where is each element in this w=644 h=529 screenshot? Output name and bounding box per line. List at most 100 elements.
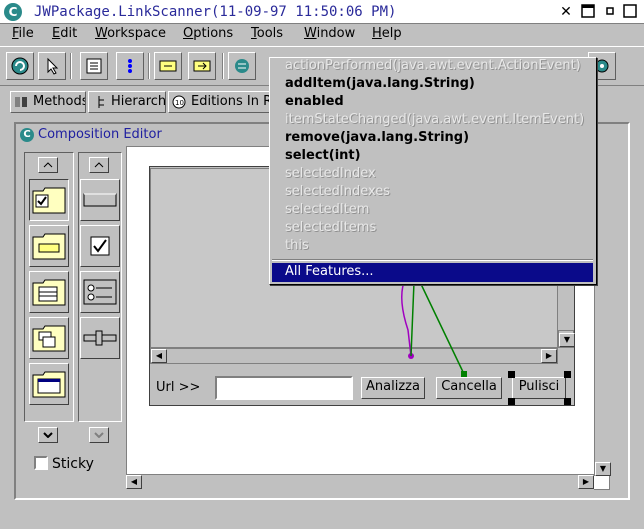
connect-icon [159,60,177,72]
analizza-button[interactable]: Analizza [361,377,425,399]
checkbox-part-icon [90,236,110,256]
list-scroll-down-icon[interactable]: ▼ [559,333,575,347]
methods-icon [14,95,29,109]
list-horizontal-scrollbar[interactable]: ◀ ▶ [150,348,558,364]
palette-category-lists[interactable] [29,271,69,313]
refresh-icon [11,57,29,75]
canvas-scroll-left-icon[interactable]: ◀ [126,475,142,489]
menu-item-enabled[interactable]: enabled [285,93,344,111]
menu-help[interactable]: Help [372,25,402,43]
toolbar-separator [70,53,72,79]
tab-label: Methods [33,94,86,109]
palette-categories [24,152,74,443]
list-scroll-left-icon[interactable]: ◀ [151,349,167,363]
connect-target-button[interactable] [188,52,216,80]
menu-item-this: this [285,238,309,253]
tab-label: Editions In Rep [191,94,269,109]
menu-item-add-item[interactable]: addItem(java.lang.String) [285,75,475,93]
radio-group-icon [83,279,117,305]
palette-category-containers[interactable] [29,363,69,405]
sticky-checkbox[interactable] [34,456,48,470]
button-part-icon [83,193,117,207]
run-button[interactable] [6,52,34,80]
parts-scroll-down[interactable] [89,427,109,443]
cancella-button[interactable]: Cancella [436,377,502,399]
menu-file[interactable]: File [12,25,34,43]
connect-button[interactable] [154,52,182,80]
part-radio-group[interactable] [80,271,120,313]
canvas-scroll-right-icon[interactable]: ▶ [578,475,594,489]
menu-item-item-state-changed: itemStateChanged(java.awt.event.ItemEven… [285,112,585,127]
menu-edit[interactable]: Edit [52,25,77,43]
close-icon[interactable]: ✕ [558,4,574,20]
title-bar[interactable]: C JWPackage.LinkScanner(11-09-97 11:50:0… [0,0,644,24]
part-button[interactable] [80,179,120,221]
align-button[interactable] [228,52,256,80]
menu-options[interactable]: Options [183,25,233,43]
app-icon[interactable]: C [4,3,22,21]
minimize-icon[interactable] [580,4,596,20]
connect-target-icon [193,60,211,72]
slider-part-icon [83,330,117,346]
editor-icon: C [20,128,34,142]
canvas-scroll-down-icon[interactable]: ▼ [595,462,611,476]
selection-handle[interactable] [564,371,571,378]
beans-list-button[interactable] [116,52,144,80]
menu-separator [272,259,593,261]
menu-tools[interactable]: Tools [251,25,283,43]
sticky-label: Sticky [52,456,94,472]
menu-item-remove[interactable]: remove(java.lang.String) [285,129,469,147]
folder-menu-icon [32,325,66,352]
menu-item-all-features-label: All Features... [285,264,374,279]
tab-editions[interactable]: 10 Editions In Rep [168,91,270,113]
folder-checkbox-icon [32,187,66,214]
list-scroll-right-icon[interactable]: ▶ [541,349,557,363]
selection-handle[interactable] [508,398,515,405]
palette-category-buttons[interactable] [29,179,69,221]
part-checkbox[interactable] [80,225,120,267]
maximize-icon[interactable] [622,4,638,20]
folder-list-icon [32,279,66,306]
folder-textfield-icon [32,233,66,260]
part-slider[interactable] [80,317,120,359]
list-icon [86,58,102,74]
svg-text:10: 10 [175,99,184,107]
parts-scroll-up[interactable] [89,157,109,173]
palette-scroll-up[interactable] [38,157,58,173]
selection-handle[interactable] [508,371,515,378]
pointer-button[interactable] [38,52,66,80]
menu-item-selected-item: selectedItem [285,202,370,217]
toolbar-separator [222,53,224,79]
tab-label: Hierarchy [111,94,166,109]
tab-hierarchy[interactable]: Hierarchy [88,91,166,113]
tab-methods[interactable]: Methods [10,91,86,113]
list-view-button[interactable] [80,52,108,80]
menu-bar: File Edit Workspace Options Tools Window… [0,24,644,44]
hierarchy-icon [92,95,107,109]
palette-parts [78,152,122,443]
window-title: JWPackage.LinkScanner(11-09-97 11:50:06 … [34,4,397,20]
url-input[interactable] [215,376,353,400]
folder-window-icon [32,371,66,398]
list-vertical-scrollbar[interactable]: ▼ [558,330,575,348]
editions-icon: 10 [172,95,187,109]
editor-title: Composition Editor [38,127,162,142]
menu-workspace[interactable]: Workspace [95,25,166,43]
menu-item-action-performed: actionPerformed(java.awt.event.ActionEve… [285,58,581,73]
url-label: Url >> [156,380,201,395]
toolbar-separator [148,53,150,79]
menu-item-select[interactable]: select(int) [285,147,361,165]
pulisci-button[interactable]: Pulisci [512,377,566,399]
beans-icon [128,59,132,73]
palette-category-text[interactable] [29,225,69,267]
menu-item-selected-indexes: selectedIndexes [285,184,391,199]
align-icon [235,59,249,73]
menu-window[interactable]: Window [304,25,355,43]
menu-item-selected-index: selectedIndex [285,166,376,181]
selection-handle[interactable] [564,398,571,405]
palette-scroll-down[interactable] [38,427,58,443]
menu-item-selected-items: selectedItems [285,220,377,235]
restore-icon[interactable] [602,4,618,20]
canvas-horizontal-scrollbar[interactable]: ◀ ▶ [126,474,594,490]
palette-category-menus[interactable] [29,317,69,359]
